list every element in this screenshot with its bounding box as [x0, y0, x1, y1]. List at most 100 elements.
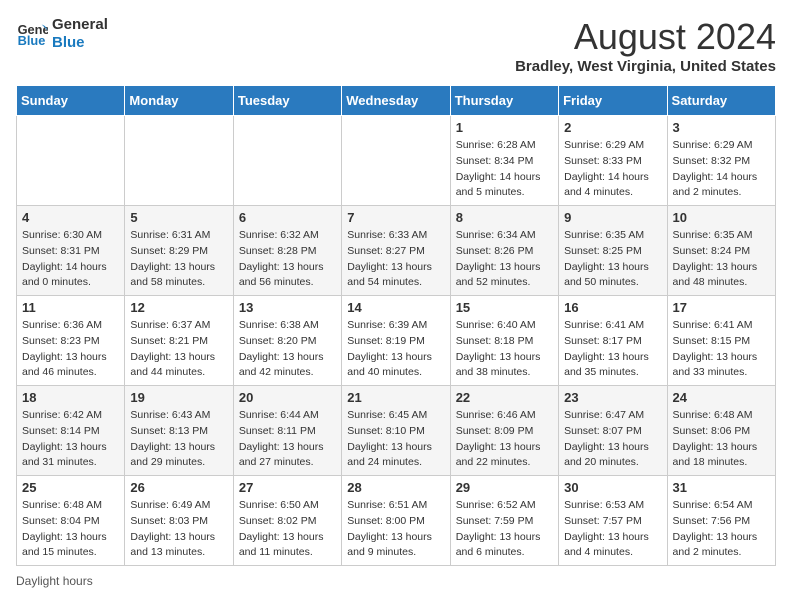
calendar-cell: 14Sunrise: 6:39 AMSunset: 8:19 PMDayligh…	[342, 296, 450, 386]
logo: General Blue General Blue	[16, 16, 108, 52]
day-info: Sunrise: 6:38 AMSunset: 8:20 PMDaylight:…	[239, 318, 336, 381]
day-info: Sunrise: 6:31 AMSunset: 8:29 PMDaylight:…	[130, 228, 227, 291]
title-area: August 2024 Bradley, West Virginia, Unit…	[515, 16, 776, 75]
calendar-table: SundayMondayTuesdayWednesdayThursdayFrid…	[16, 85, 776, 566]
day-info: Sunrise: 6:50 AMSunset: 8:02 PMDaylight:…	[239, 498, 336, 561]
weekday-header: Monday	[125, 86, 233, 116]
weekday-header: Thursday	[450, 86, 558, 116]
day-number: 30	[564, 480, 661, 495]
weekday-header: Wednesday	[342, 86, 450, 116]
calendar-week-row: 18 Sunrise: 6:42 AMSunset: 8:14 PMDayligh…	[17, 386, 776, 476]
calendar-cell: 31Sunrise: 6:54 AMSunset: 7:56 PMDayligh…	[667, 476, 775, 566]
day-info: Sunrise: 6:41 AMSunset: 8:15 PMDaylight:…	[673, 318, 770, 381]
calendar-week-row: 1 Sunrise: 6:28 AMSunset: 8:34 PMDaylight…	[17, 116, 776, 206]
day-number: 12	[130, 300, 227, 315]
day-info: Sunrise: 6:53 AMSunset: 7:57 PMDaylight:…	[564, 498, 661, 561]
day-info: Sunrise: 6:32 AMSunset: 8:28 PMDaylight:…	[239, 228, 336, 291]
day-info: Sunrise: 6:30 AMSunset: 8:31 PMDaylight:…	[22, 228, 119, 291]
calendar-cell: 6 Sunrise: 6:32 AMSunset: 8:28 PMDaylight…	[233, 206, 341, 296]
day-number: 26	[130, 480, 227, 495]
day-number: 9	[564, 210, 661, 225]
calendar-cell: 30 Sunrise: 6:53 AMSunset: 7:57 PMDayligh…	[559, 476, 667, 566]
calendar-cell: 4 Sunrise: 6:30 AMSunset: 8:31 PMDaylight…	[17, 206, 125, 296]
day-info: Sunrise: 6:46 AMSunset: 8:09 PMDaylight:…	[456, 408, 553, 471]
logo-line1: General	[52, 16, 108, 34]
calendar-cell: 13 Sunrise: 6:38 AMSunset: 8:20 PMDayligh…	[233, 296, 341, 386]
weekday-header-row: SundayMondayTuesdayWednesdayThursdayFrid…	[17, 86, 776, 116]
day-number: 28	[347, 480, 444, 495]
day-number: 10	[673, 210, 770, 225]
day-number: 13	[239, 300, 336, 315]
day-number: 24	[673, 390, 770, 405]
day-number: 16	[564, 300, 661, 315]
day-number: 21	[347, 390, 444, 405]
day-info: Sunrise: 6:48 AMSunset: 8:06 PMDaylight:…	[673, 408, 770, 471]
calendar-cell: 10 Sunrise: 6:35 AMSunset: 8:24 PMDayligh…	[667, 206, 775, 296]
calendar-cell: 3Sunrise: 6:29 AMSunset: 8:32 PMDaylight…	[667, 116, 775, 206]
month-title: August 2024	[515, 16, 776, 58]
day-info: Sunrise: 6:45 AMSunset: 8:10 PMDaylight:…	[347, 408, 444, 471]
location: Bradley, West Virginia, United States	[515, 58, 776, 75]
calendar-cell: 22 Sunrise: 6:46 AMSunset: 8:09 PMDayligh…	[450, 386, 558, 476]
day-number: 8	[456, 210, 553, 225]
day-info: Sunrise: 6:44 AMSunset: 8:11 PMDaylight:…	[239, 408, 336, 471]
calendar-cell	[125, 116, 233, 206]
day-number: 20	[239, 390, 336, 405]
calendar-cell: 19Sunrise: 6:43 AMSunset: 8:13 PMDayligh…	[125, 386, 233, 476]
page-header: General Blue General Blue August 2024 Br…	[16, 16, 776, 75]
calendar-cell: 23 Sunrise: 6:47 AMSunset: 8:07 PMDayligh…	[559, 386, 667, 476]
day-number: 4	[22, 210, 119, 225]
day-info: Sunrise: 6:35 AMSunset: 8:24 PMDaylight:…	[673, 228, 770, 291]
day-number: 27	[239, 480, 336, 495]
calendar-cell: 5Sunrise: 6:31 AMSunset: 8:29 PMDaylight…	[125, 206, 233, 296]
weekday-header: Saturday	[667, 86, 775, 116]
day-info: Sunrise: 6:36 AMSunset: 8:23 PMDaylight:…	[22, 318, 119, 381]
calendar-cell: 21 Sunrise: 6:45 AMSunset: 8:10 PMDayligh…	[342, 386, 450, 476]
calendar-cell	[233, 116, 341, 206]
calendar-cell: 7 Sunrise: 6:33 AMSunset: 8:27 PMDaylight…	[342, 206, 450, 296]
day-info: Sunrise: 6:54 AMSunset: 7:56 PMDaylight:…	[673, 498, 770, 561]
calendar-cell: 11 Sunrise: 6:36 AMSunset: 8:23 PMDayligh…	[17, 296, 125, 386]
calendar-cell: 26Sunrise: 6:49 AMSunset: 8:03 PMDayligh…	[125, 476, 233, 566]
calendar-week-row: 25Sunrise: 6:48 AMSunset: 8:04 PMDayligh…	[17, 476, 776, 566]
calendar-cell: 16Sunrise: 6:41 AMSunset: 8:17 PMDayligh…	[559, 296, 667, 386]
day-info: Sunrise: 6:33 AMSunset: 8:27 PMDaylight:…	[347, 228, 444, 291]
calendar-cell: 28 Sunrise: 6:51 AMSunset: 8:00 PMDayligh…	[342, 476, 450, 566]
day-info: Sunrise: 6:28 AMSunset: 8:34 PMDaylight:…	[456, 138, 553, 201]
day-number: 3	[673, 120, 770, 135]
calendar-cell: 17 Sunrise: 6:41 AMSunset: 8:15 PMDayligh…	[667, 296, 775, 386]
day-number: 17	[673, 300, 770, 315]
day-info: Sunrise: 6:52 AMSunset: 7:59 PMDaylight:…	[456, 498, 553, 561]
svg-text:Blue: Blue	[18, 33, 46, 48]
day-number: 18	[22, 390, 119, 405]
day-info: Sunrise: 6:35 AMSunset: 8:25 PMDaylight:…	[564, 228, 661, 291]
day-number: 6	[239, 210, 336, 225]
calendar-cell: 8Sunrise: 6:34 AMSunset: 8:26 PMDaylight…	[450, 206, 558, 296]
calendar-cell: 9 Sunrise: 6:35 AMSunset: 8:25 PMDaylight…	[559, 206, 667, 296]
calendar-cell	[342, 116, 450, 206]
day-number: 1	[456, 120, 553, 135]
day-info: Sunrise: 6:43 AMSunset: 8:13 PMDaylight:…	[130, 408, 227, 471]
day-info: Sunrise: 6:47 AMSunset: 8:07 PMDaylight:…	[564, 408, 661, 471]
calendar-cell: 12Sunrise: 6:37 AMSunset: 8:21 PMDayligh…	[125, 296, 233, 386]
calendar-cell: 29 Sunrise: 6:52 AMSunset: 7:59 PMDayligh…	[450, 476, 558, 566]
weekday-header: Tuesday	[233, 86, 341, 116]
day-number: 22	[456, 390, 553, 405]
day-info: Sunrise: 6:42 AMSunset: 8:14 PMDaylight:…	[22, 408, 119, 471]
day-number: 25	[22, 480, 119, 495]
calendar-cell: 18 Sunrise: 6:42 AMSunset: 8:14 PMDayligh…	[17, 386, 125, 476]
day-number: 7	[347, 210, 444, 225]
calendar-cell: 2Sunrise: 6:29 AMSunset: 8:33 PMDaylight…	[559, 116, 667, 206]
day-info: Sunrise: 6:51 AMSunset: 8:00 PMDaylight:…	[347, 498, 444, 561]
calendar-cell: 15Sunrise: 6:40 AMSunset: 8:18 PMDayligh…	[450, 296, 558, 386]
calendar-cell: 24 Sunrise: 6:48 AMSunset: 8:06 PMDayligh…	[667, 386, 775, 476]
day-number: 29	[456, 480, 553, 495]
day-number: 23	[564, 390, 661, 405]
weekday-header: Friday	[559, 86, 667, 116]
footer-note: Daylight hours	[16, 574, 776, 588]
calendar-week-row: 4 Sunrise: 6:30 AMSunset: 8:31 PMDaylight…	[17, 206, 776, 296]
calendar-cell: 20 Sunrise: 6:44 AMSunset: 8:11 PMDayligh…	[233, 386, 341, 476]
day-number: 11	[22, 300, 119, 315]
day-number: 14	[347, 300, 444, 315]
day-number: 2	[564, 120, 661, 135]
